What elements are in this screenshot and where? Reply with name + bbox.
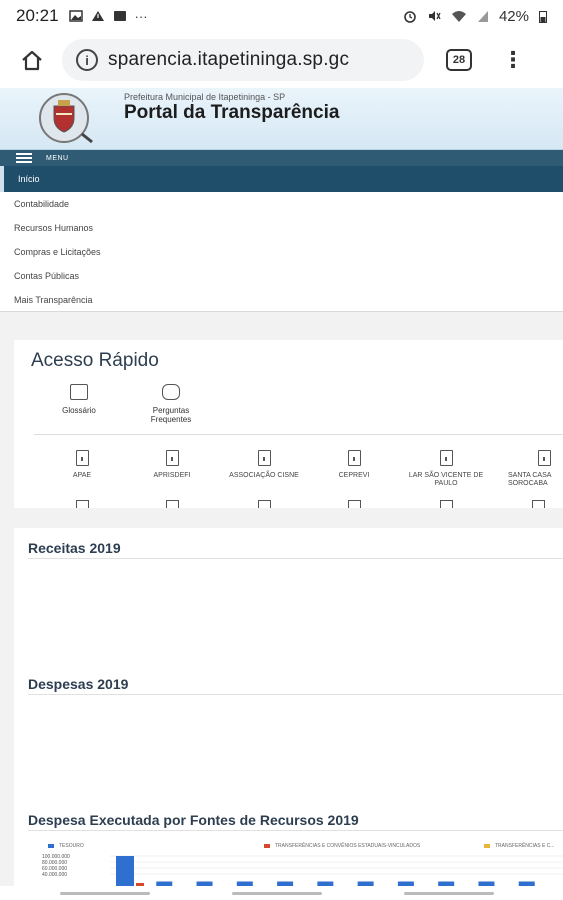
warning-icon <box>91 11 104 21</box>
quick-link-label: Glossário <box>62 406 96 415</box>
entity-label: APRISDEFI <box>153 472 191 479</box>
status-time: 20:21 <box>16 6 59 25</box>
entity-apae[interactable]: APAE <box>40 450 124 480</box>
legend-swatch <box>48 844 54 848</box>
entity-label: LAR SÃO VICENTE DE PAULO <box>408 472 484 487</box>
site-header: Prefeitura Municipal de Itapetininga - S… <box>0 88 563 150</box>
browser-toolbar: i sparencia.itapetininga.sp.gc 28 ⋮ <box>0 32 563 88</box>
wifi-icon <box>451 11 466 22</box>
signal-icon <box>477 11 488 22</box>
nav-pill <box>404 892 494 895</box>
chart-bar[interactable] <box>116 856 134 886</box>
legend-label: TRANSFERÊNCIAS E C... <box>495 843 555 849</box>
legend-label: TESOURO <box>59 843 84 849</box>
document-icon <box>257 450 271 466</box>
status-right: 42% <box>403 8 547 25</box>
battery-percent: 42% <box>498 7 529 25</box>
browser-menu-icon[interactable]: ⋮ <box>502 47 524 73</box>
site-title[interactable]: Portal da Transparência <box>124 102 339 124</box>
document-icon[interactable] <box>532 500 545 508</box>
legend-swatch <box>484 844 490 848</box>
nav-item-contas-publicas[interactable]: Contas Públicas <box>0 264 563 288</box>
quick-link-perguntas-frequentes[interactable]: Perguntas Frequentes <box>136 384 206 424</box>
site-subtitle: Prefeitura Municipal de Itapetininga - S… <box>124 92 286 102</box>
acesso-rapido-title: Acesso Rápido <box>31 350 159 371</box>
nav-item-inicio[interactable]: Início <box>0 166 563 192</box>
entity-ceprevi[interactable]: CEPREVI <box>312 450 396 480</box>
fontes-divider <box>28 830 563 831</box>
legend-item-tesouro[interactable]: TESOURO <box>48 842 84 850</box>
y-tick-label: 40.000.000 <box>42 872 67 878</box>
legend-item-transferencias-outros[interactable]: TRANSFERÊNCIAS E C... <box>484 842 563 850</box>
notification-icon <box>113 11 126 21</box>
document-icon <box>347 450 361 466</box>
fontes-title: Despesa Executada por Fontes de Recursos… <box>28 812 359 828</box>
entity-label: CEPREVI <box>338 472 370 479</box>
more-icon: ··· <box>134 8 148 24</box>
entity-associacao-cisne[interactable]: ASSOCIAÇÃO CISNE <box>222 450 306 480</box>
home-icon <box>22 50 42 71</box>
entity-santa-casa[interactable]: SANTA CASA SOROCABA <box>496 450 563 488</box>
fontes-bar-chart: 100.000.00080.000.00060.000.00040.000.00… <box>42 854 563 886</box>
home-button[interactable] <box>12 40 52 80</box>
nav-item-mais-transparencia[interactable]: Mais Transparência <box>0 288 563 312</box>
nav-pill <box>232 892 322 895</box>
nav-menu: Início Contabilidade Recursos Humanos Co… <box>0 166 563 312</box>
document-icon <box>165 450 179 466</box>
entity-label: SANTA CASA SOROCABA <box>508 472 552 487</box>
nav-item-compras-licitacoes[interactable]: Compras e Licitações <box>0 240 563 264</box>
entity-label: APAE <box>72 472 92 479</box>
quick-link-glossario[interactable]: Glossário <box>44 384 114 415</box>
mute-icon <box>428 11 441 21</box>
alarm-icon <box>404 11 416 23</box>
despesas-title: Despesas 2019 <box>28 676 129 692</box>
document-icon <box>75 450 89 466</box>
document-icon[interactable] <box>258 500 271 508</box>
image-icon <box>68 10 83 22</box>
nav-pill <box>60 892 150 895</box>
receitas-divider <box>28 558 563 559</box>
document-icon <box>538 450 551 466</box>
document-icon <box>439 450 453 466</box>
entity-aprisdefi[interactable]: APRISDEFI <box>130 450 214 480</box>
battery-icon <box>539 10 547 23</box>
faq-icon <box>162 384 180 400</box>
document-icon[interactable] <box>76 500 89 508</box>
despesas-divider <box>28 694 563 695</box>
entity-lar-sao-vicente[interactable]: LAR SÃO VICENTE DE PAULO <box>404 450 488 488</box>
quick-link-label: Perguntas Frequentes <box>150 406 192 424</box>
acesso-rapido-card: Acesso Rápido Glossário Perguntas Freque… <box>14 340 563 508</box>
glossary-icon <box>70 384 88 400</box>
entity-label: ASSOCIAÇÃO CISNE <box>229 472 299 479</box>
nav-item-recursos-humanos[interactable]: Recursos Humanos <box>0 216 563 240</box>
hamburger-icon[interactable] <box>16 153 32 163</box>
legend-swatch <box>264 844 270 848</box>
system-nav-bar <box>0 886 563 900</box>
document-icon[interactable] <box>348 500 361 508</box>
info-icon[interactable]: i <box>76 49 98 71</box>
legend-label: TRANSFERÊNCIAS E CONVÊNIOS ESTADUAIS-VIN… <box>275 843 421 849</box>
acesso-divider <box>34 434 563 435</box>
legend-item-transferencias-estaduais[interactable]: TRANSFERÊNCIAS E CONVÊNIOS ESTADUAIS-VIN… <box>264 842 420 850</box>
city-seal-logo[interactable] <box>36 88 96 144</box>
nav-item-contabilidade[interactable]: Contabilidade <box>0 192 563 216</box>
receitas-title: Receitas 2019 <box>28 540 121 556</box>
address-bar[interactable]: i sparencia.itapetininga.sp.gc <box>62 39 424 81</box>
document-icon[interactable] <box>166 500 179 508</box>
status-icons: ··· <box>68 8 148 24</box>
tab-switcher-button[interactable]: 28 <box>446 49 472 71</box>
menu-bar[interactable]: MENU <box>0 150 563 166</box>
document-icon[interactable] <box>440 500 453 508</box>
status-bar: 20:21 ··· 42% <box>0 0 563 32</box>
url-text[interactable]: sparencia.itapetininga.sp.gc <box>108 49 349 71</box>
menu-label[interactable]: MENU <box>46 155 69 162</box>
